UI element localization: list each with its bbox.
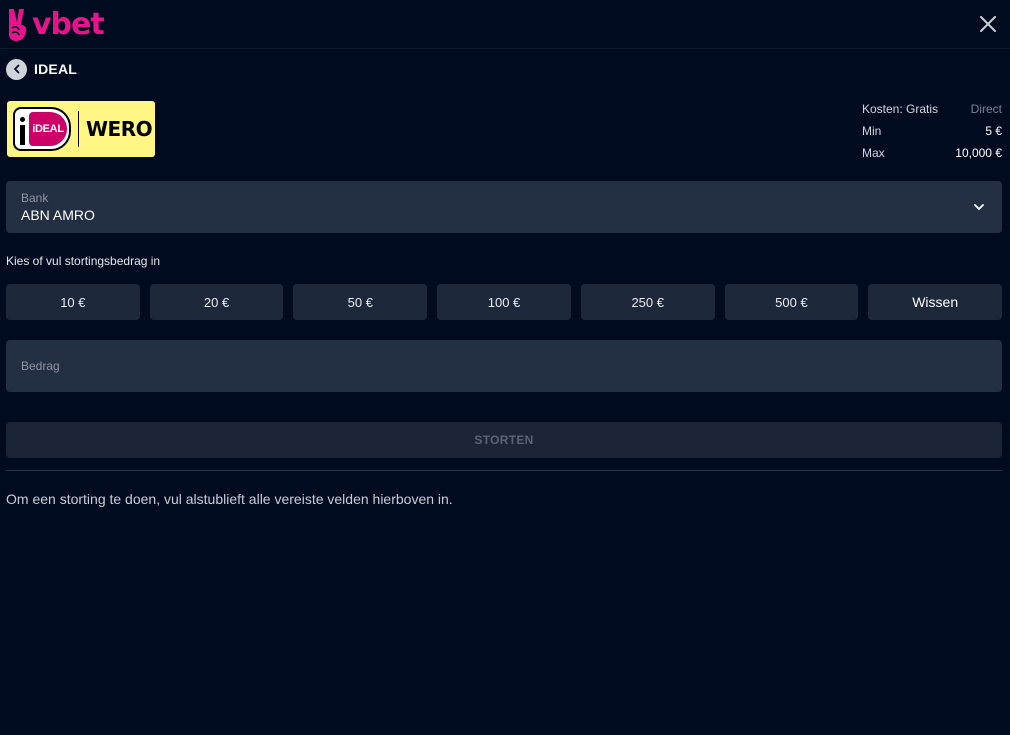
amount-500-button[interactable]: 500 € (724, 284, 859, 320)
page-title: IDEAL (34, 61, 77, 77)
payment-info: Kosten: Gratis Direct Min 5 € Max 10,000… (862, 98, 1002, 164)
amount-250-button[interactable]: 250 € (580, 284, 715, 320)
amount-10-button[interactable]: 10 € (6, 284, 140, 320)
bank-selected-value: ABN AMRO (21, 207, 95, 223)
chevron-down-icon (974, 204, 984, 210)
back-button[interactable] (6, 58, 27, 80)
victory-hand-icon (8, 9, 27, 41)
vbet-logo[interactable]: vbet (6, 6, 108, 44)
divider (6, 470, 1002, 471)
ideal-i-bar (20, 125, 25, 145)
ideal-wero-logo: iDEAL WERO (7, 101, 155, 157)
header: vbet (0, 0, 1010, 49)
close-button[interactable] (976, 12, 1000, 36)
info-row-min: Min 5 € (862, 120, 1002, 142)
amount-prompt: Kies of vul stortingsbedrag in (6, 254, 161, 268)
deposit-button[interactable]: STORTEN (6, 422, 1002, 458)
wero-logo-text: WERO (86, 117, 153, 141)
speed-value: Direct (970, 102, 1002, 116)
min-label: Min (862, 124, 882, 138)
amount-50-button[interactable]: 50 € (293, 284, 428, 320)
ideal-i-dot (20, 117, 25, 122)
logo-wordmark: vbet (32, 7, 105, 42)
info-row-max: Max 10,000 € (862, 142, 1002, 164)
min-value: 5 € (985, 124, 1002, 138)
bank-label: Bank (21, 191, 49, 205)
fee-label: Kosten: Gratis (862, 102, 939, 116)
clear-button[interactable]: Wissen (868, 284, 1003, 320)
amount-20-button[interactable]: 20 € (149, 284, 284, 320)
ideal-logo: iDEAL (13, 107, 71, 151)
logo-divider (78, 111, 79, 147)
amount-100-button[interactable]: 100 € (437, 284, 571, 320)
amount-presets: 10 € 20 € 50 € 100 € 250 € 500 € Wissen (6, 284, 1003, 320)
bank-select[interactable]: Bank ABN AMRO (6, 181, 1002, 233)
ideal-badge: iDEAL (29, 112, 67, 146)
title-row: IDEAL (6, 58, 77, 80)
max-label: Max (862, 146, 885, 160)
help-text: Om een storting te doen, vul alstublieft… (6, 491, 453, 507)
ideal-logo-text: iDEAL (32, 123, 64, 135)
info-row-fee: Kosten: Gratis Direct (862, 98, 1002, 120)
max-value: 10,000 € (955, 146, 1002, 160)
close-icon (980, 16, 996, 32)
amount-input[interactable] (6, 340, 1002, 392)
deposit-page: vbet IDEAL iDEAL WERO Kosten: Gratis Dir… (0, 0, 1010, 735)
chevron-left-icon (13, 64, 19, 74)
